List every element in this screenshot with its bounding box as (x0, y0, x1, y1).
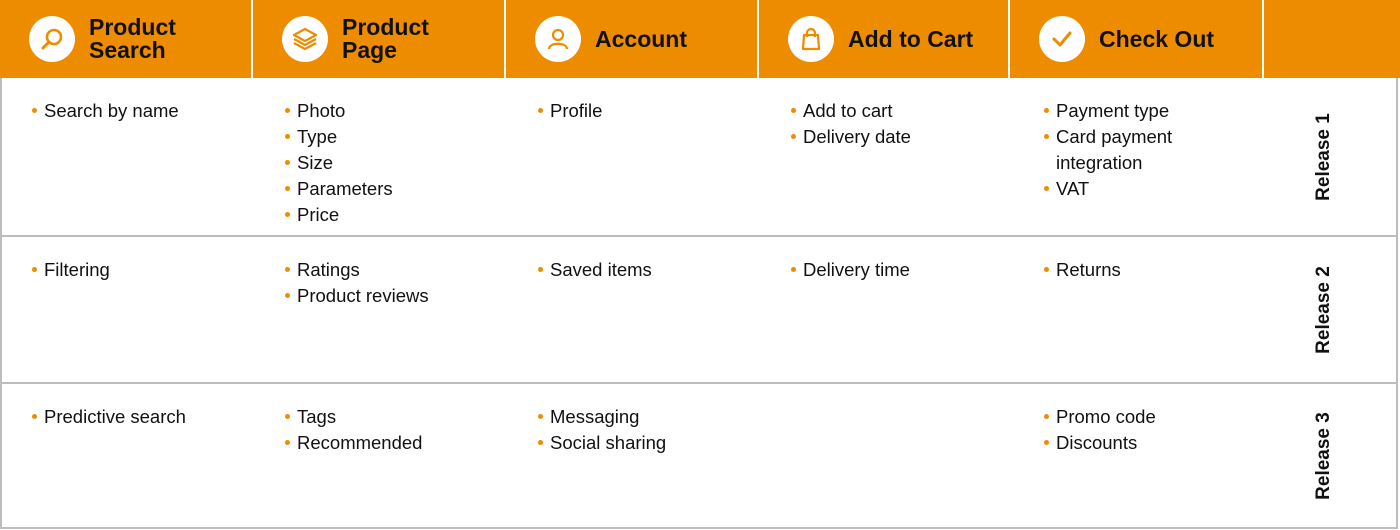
release-row: Filtering Ratings Product reviews Saved ite… (0, 237, 1398, 384)
list-item: Price (285, 202, 500, 228)
feature-list: Returns (1044, 257, 1259, 283)
list-item: Predictive search (32, 404, 247, 430)
list-item: Photo (285, 98, 500, 124)
list-item: Returns (1044, 257, 1259, 283)
list-item: Size (285, 150, 500, 176)
list-item: Filtering (32, 257, 247, 283)
header-row: Product Search Product Page Account Add to… (0, 0, 1400, 78)
feature-list: Promo code Discounts (1044, 404, 1259, 456)
feature-list: Payment type Card payment integration VAT (1044, 98, 1259, 202)
list-item: Recommended (285, 430, 500, 456)
release-row: Predictive search Tags Recommended Messagin… (0, 384, 1398, 529)
column-header-check-out: Check Out (1010, 0, 1262, 78)
feature-list: Profile (538, 98, 753, 124)
list-item: VAT (1044, 176, 1259, 202)
feature-list: Add to cart Delivery date (791, 98, 1006, 150)
user-icon (535, 16, 581, 62)
list-item: Ratings (285, 257, 500, 283)
column-header-account: Account (506, 0, 757, 78)
column-header-release (1264, 0, 1400, 78)
list-item: Profile (538, 98, 753, 124)
list-item: Delivery date (791, 124, 1006, 150)
search-icon (29, 16, 75, 62)
list-item: Card payment integration (1044, 124, 1259, 176)
column-title: Product Page (342, 14, 429, 63)
list-item: Parameters (285, 176, 500, 202)
column-header-add-to-cart: Add to Cart (759, 0, 1008, 78)
feature-list: Saved items (538, 257, 753, 283)
list-item: Search by name (32, 98, 247, 124)
feature-list: Search by name (32, 98, 247, 124)
check-icon (1039, 16, 1085, 62)
list-item: Social sharing (538, 430, 753, 456)
column-header-product-page: Product Page (253, 0, 504, 78)
feature-list: Messaging Social sharing (538, 404, 753, 456)
feature-list: Predictive search (32, 404, 247, 430)
feature-list: Tags Recommended (285, 404, 500, 456)
list-item: Delivery time (791, 257, 1006, 283)
release-label: Release 3 (1313, 411, 1334, 500)
column-title: Account (595, 25, 687, 52)
list-item: Product reviews (285, 283, 500, 309)
feature-list: Ratings Product reviews (285, 257, 500, 309)
feature-list: Delivery time (791, 257, 1006, 283)
column-title: Add to Cart (848, 25, 974, 52)
feature-list: Photo Type Size Parameters Price (285, 98, 500, 228)
list-item: Discounts (1044, 430, 1259, 456)
shopping-bag-icon (788, 16, 834, 62)
list-item: Promo code (1044, 404, 1259, 430)
column-title: Check Out (1099, 25, 1215, 52)
list-item: Add to cart (791, 98, 1006, 124)
release-label: Release 1 (1313, 112, 1334, 201)
column-header-product-search: Product Search (0, 0, 251, 78)
list-item: Type (285, 124, 500, 150)
release-row: Search by name Photo Type Size Parameters Pri… (0, 78, 1398, 237)
release-label: Release 2 (1313, 265, 1334, 354)
list-item: Messaging (538, 404, 753, 430)
list-item: Tags (285, 404, 500, 430)
column-title: Product Search (89, 14, 176, 63)
layers-icon (282, 16, 328, 62)
list-item: Saved items (538, 257, 753, 283)
list-item: Payment type (1044, 98, 1259, 124)
feature-list: Filtering (32, 257, 247, 283)
